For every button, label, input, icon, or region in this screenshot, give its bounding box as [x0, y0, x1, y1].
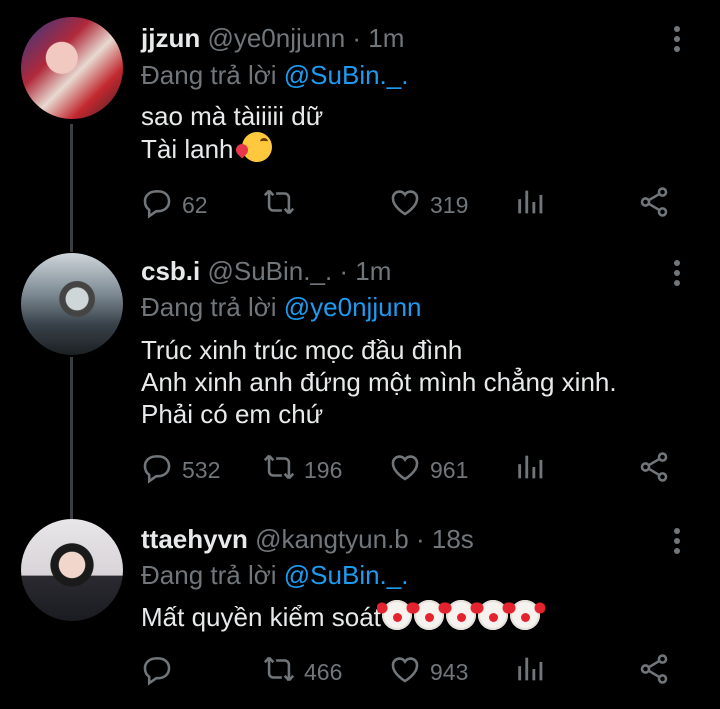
- action-bar: 466 943: [0, 652, 720, 692]
- avatar[interactable]: [21, 519, 123, 621]
- views-button[interactable]: [514, 652, 548, 692]
- tweet-header: csb.i @SuBin._. · 1m: [141, 256, 391, 287]
- timestamp: · 18s: [416, 524, 474, 554]
- tweet-line: Phải có em chứ: [141, 399, 324, 429]
- reply-icon: [140, 652, 174, 692]
- reply-icon: [140, 185, 174, 225]
- reply-button[interactable]: [140, 652, 182, 692]
- like-count: 319: [430, 191, 469, 218]
- retweet-count: 196: [304, 456, 343, 483]
- like-button[interactable]: 319: [388, 185, 468, 225]
- avatar[interactable]: [21, 253, 123, 355]
- tweet-line-with-emoji: Tài lanh: [141, 132, 323, 165]
- views-icon: [514, 450, 548, 490]
- tweet-text: sao mà tàiiiii dữ Tài lanh: [141, 100, 323, 165]
- display-name[interactable]: jjzun: [141, 23, 200, 53]
- like-count: 943: [430, 658, 469, 685]
- display-name[interactable]: csb.i: [141, 256, 200, 286]
- reply-icon: [140, 450, 174, 490]
- reply-mention[interactable]: @SuBin._.: [284, 60, 409, 90]
- reply-count: 532: [182, 456, 221, 483]
- clown-face-icon: [472, 600, 513, 630]
- timestamp: · 1m: [339, 256, 392, 286]
- like-icon: [388, 652, 422, 692]
- like-icon: [388, 185, 422, 225]
- like-button[interactable]: 961: [388, 450, 468, 490]
- share-icon: [637, 185, 671, 225]
- tweet-text: Mất quyền kiểm soát: [141, 600, 545, 633]
- retweet-button[interactable]: 196: [262, 450, 342, 490]
- reply-mention[interactable]: @SuBin._.: [284, 560, 409, 590]
- tweet-header: jjzun @ye0njjunn · 1m: [141, 23, 404, 54]
- more-icon[interactable]: [670, 528, 684, 558]
- smiling-face-with-hearts-icon: [241, 132, 272, 162]
- tweet-header: ttaehyvn @kangtyun.b · 18s: [141, 524, 474, 555]
- user-handle[interactable]: @ye0njjunn: [207, 23, 345, 53]
- tweet-line-with-emoji: Mất quyền kiểm soát: [141, 600, 545, 633]
- retweet-icon: [262, 652, 296, 692]
- more-icon[interactable]: [670, 260, 684, 290]
- share-icon: [637, 652, 671, 692]
- action-bar: 532 196 961: [0, 450, 720, 490]
- tweet-text: Trúc xinh trúc mọc đầu đình Anh xinh anh…: [141, 334, 617, 430]
- reply-context: Đang trả lời @ye0njjunn: [141, 292, 422, 323]
- share-button[interactable]: [637, 185, 671, 225]
- reply-button[interactable]: 62: [140, 185, 208, 225]
- user-handle[interactable]: @kangtyun.b: [255, 524, 409, 554]
- avatar[interactable]: [21, 17, 123, 119]
- action-bar: 62 319: [0, 185, 720, 225]
- display-name[interactable]: ttaehyvn: [141, 524, 248, 554]
- reply-prefix: Đang trả lời: [141, 292, 284, 322]
- timestamp: · 1m: [352, 23, 405, 53]
- tweet-line: Mất quyền kiểm soát: [141, 602, 381, 632]
- share-button[interactable]: [637, 652, 671, 692]
- clown-face-icon: [376, 600, 417, 630]
- reply-button[interactable]: 532: [140, 450, 220, 490]
- tweet-line: Anh xinh anh đứng một mình chẳng xinh.: [141, 367, 617, 397]
- reply-context: Đang trả lời @SuBin._.: [141, 60, 408, 91]
- share-button[interactable]: [637, 450, 671, 490]
- clown-emoji-group: [376, 600, 545, 632]
- views-icon: [514, 185, 548, 225]
- retweet-icon: [262, 450, 296, 490]
- retweet-icon: [262, 185, 296, 225]
- reply-prefix: Đang trả lời: [141, 60, 284, 90]
- like-count: 961: [430, 456, 469, 483]
- retweet-button[interactable]: 466: [262, 652, 342, 692]
- like-icon: [388, 450, 422, 490]
- clown-face-icon: [440, 600, 481, 630]
- clown-face-icon: [408, 600, 449, 630]
- views-icon: [514, 652, 548, 692]
- reply-prefix: Đang trả lời: [141, 560, 284, 590]
- reply-mention[interactable]: @ye0njjunn: [284, 292, 422, 322]
- share-icon: [637, 450, 671, 490]
- tweet-line: Trúc xinh trúc mọc đầu đình: [141, 335, 463, 365]
- clown-face-icon: [504, 600, 545, 630]
- tweet-line: Tài lanh: [141, 134, 234, 164]
- retweet-button[interactable]: [262, 185, 304, 225]
- reply-count: 62: [182, 191, 208, 218]
- reply-context: Đang trả lời @SuBin._.: [141, 560, 408, 591]
- views-button[interactable]: [514, 450, 548, 490]
- like-button[interactable]: 943: [388, 652, 468, 692]
- retweet-count: 466: [304, 658, 343, 685]
- more-icon[interactable]: [670, 26, 684, 56]
- views-button[interactable]: [514, 185, 548, 225]
- user-handle[interactable]: @SuBin._.: [207, 256, 332, 286]
- tweet-line: sao mà tàiiiii dữ: [141, 101, 324, 131]
